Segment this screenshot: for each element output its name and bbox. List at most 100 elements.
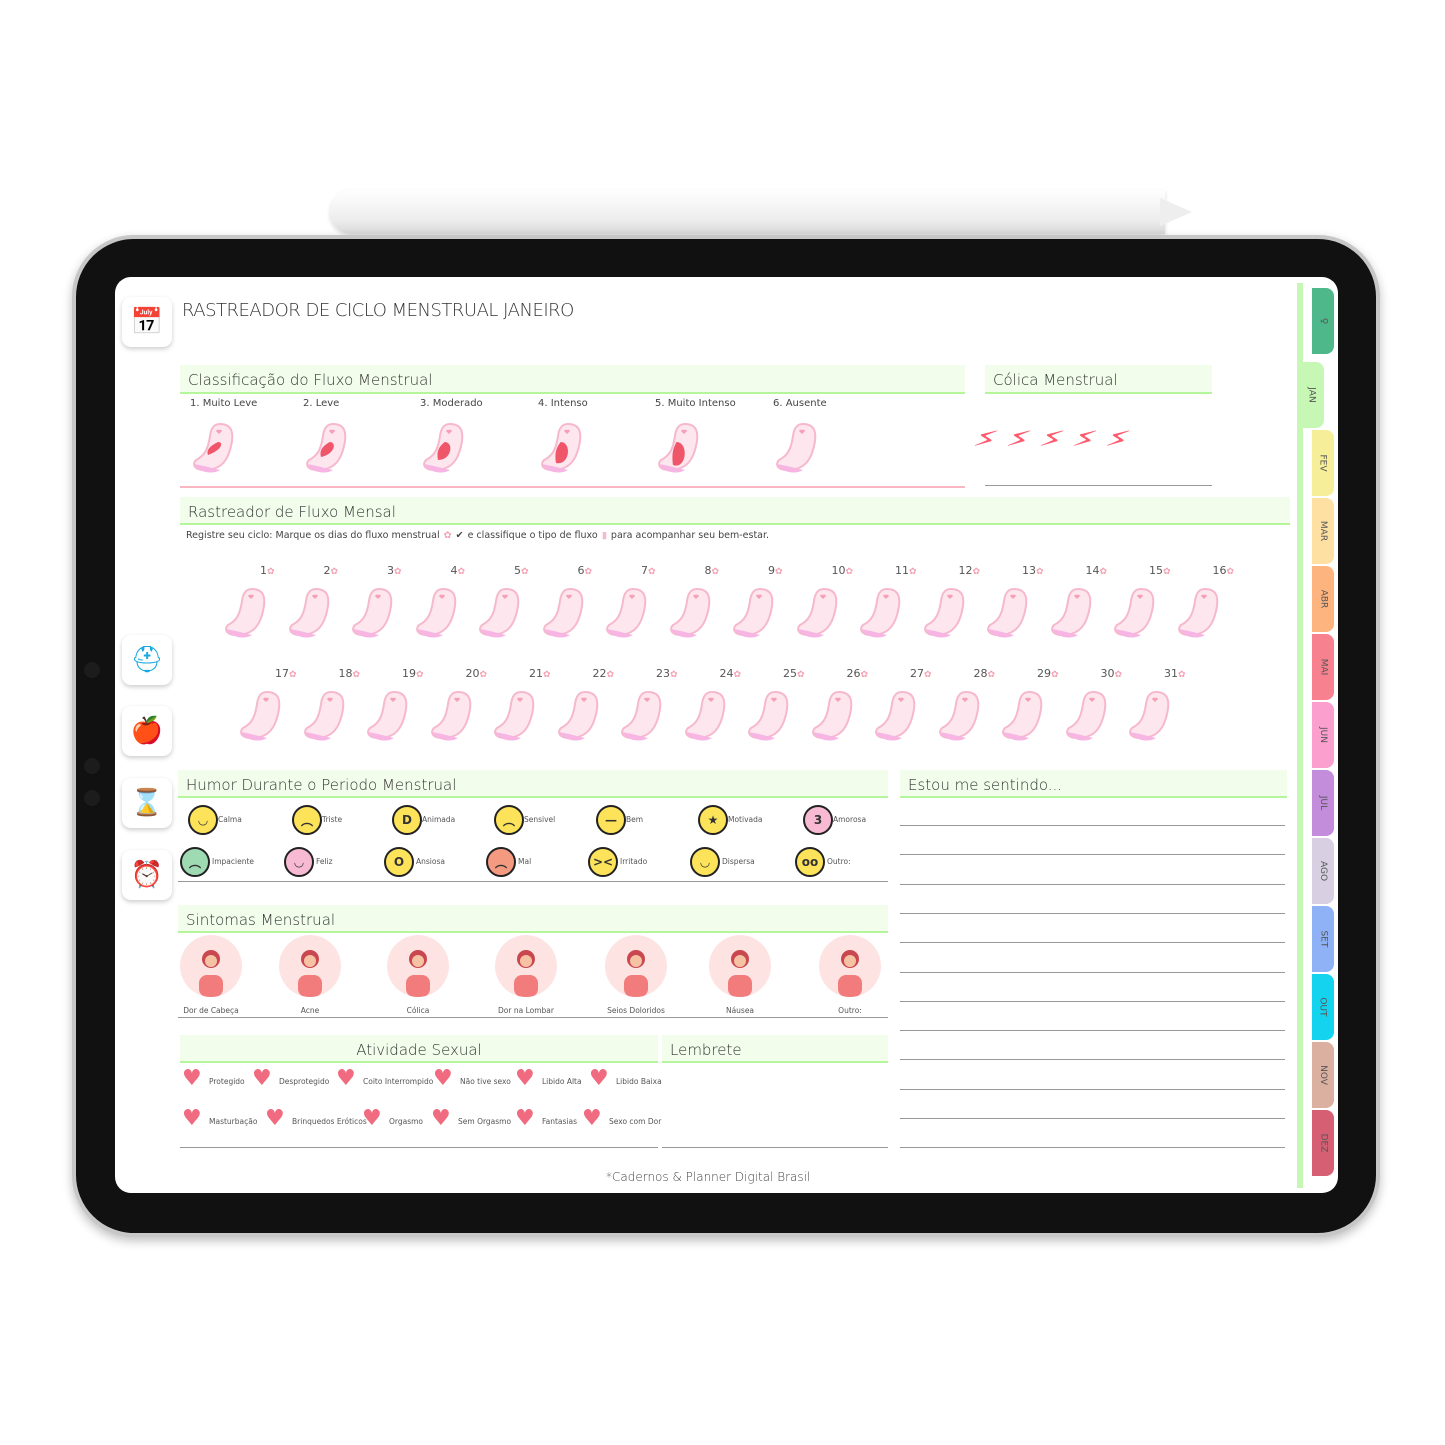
emoji-icon[interactable]: ◡ [188,805,218,835]
day-pad[interactable] [1063,688,1115,748]
flower-icon[interactable]: ✿ [480,670,488,680]
day-pad[interactable] [286,585,338,645]
flower-icon[interactable]: ✿ [585,567,593,577]
day-pad[interactable] [999,688,1051,748]
lightning-icon[interactable]: ⚡ [1069,419,1101,459]
calendar-planner-icon[interactable]: 📅 [122,297,172,347]
emoji-icon[interactable]: ︵ [486,847,516,877]
flower-icon[interactable]: ✿ [458,567,466,577]
writing-line[interactable] [900,1059,1285,1061]
flower-icon[interactable]: ✿ [734,670,742,680]
heart-checkbox[interactable]: ♥ [336,1068,356,1090]
day-pad[interactable] [730,585,782,645]
flow-level-pad[interactable] [303,420,355,480]
tab-mar[interactable]: MAR [1312,498,1334,564]
heart-checkbox[interactable]: ♥ [252,1068,272,1090]
writing-line[interactable] [900,1030,1285,1032]
day-pad[interactable] [301,688,353,748]
symptom-illustration[interactable] [180,935,242,997]
flower-icon[interactable]: ✿ [648,567,656,577]
day-pad[interactable] [413,585,465,645]
flower-icon[interactable]: ✿ [289,670,297,680]
flower-icon[interactable]: ✿ [797,670,805,680]
day-pad[interactable] [872,688,924,748]
day-pad[interactable] [1048,585,1100,645]
day-pad[interactable] [984,585,1036,645]
flow-level-pad[interactable] [538,420,590,480]
flower-icon[interactable]: ✿ [712,567,720,577]
tab-nov[interactable]: NOV [1312,1042,1334,1108]
emoji-icon[interactable]: 3 [803,805,833,835]
flow-level-pad[interactable] [773,420,825,480]
flow-level-pad[interactable] [655,420,707,480]
day-pad[interactable] [428,688,480,748]
tab-dez[interactable]: DEZ [1312,1110,1334,1176]
day-pad[interactable] [222,585,274,645]
flower-icon[interactable]: ✿ [416,670,424,680]
day-pad[interactable] [364,688,416,748]
day-pad[interactable] [1126,688,1178,748]
first-aid-kit-icon[interactable]: ⛑ [122,635,172,685]
flower-icon[interactable]: ✿ [670,670,678,680]
flower-icon[interactable]: ✿ [775,567,783,577]
symptom-illustration[interactable] [605,935,667,997]
flow-level-pad[interactable] [420,420,472,480]
heart-checkbox[interactable]: ♥ [431,1108,451,1130]
flower-icon[interactable]: ✿ [909,567,917,577]
tab-jul[interactable]: JUL [1312,770,1334,836]
heart-checkbox[interactable]: ♥ [582,1108,602,1130]
reminder-line[interactable] [662,1147,888,1148]
day-pad[interactable] [603,585,655,645]
flower-icon[interactable]: ✿ [1115,670,1123,680]
heart-checkbox[interactable]: ♥ [362,1108,382,1130]
tab-jan[interactable]: JAN [1300,362,1324,428]
flower-icon[interactable]: ✿ [543,670,551,680]
flower-icon[interactable]: ✿ [267,567,275,577]
tab-out[interactable]: OUT [1312,974,1334,1040]
writing-line[interactable] [900,1000,1285,1002]
day-pad[interactable] [349,585,401,645]
flower-icon[interactable]: ✿ [861,670,869,680]
emoji-icon[interactable]: ︵ [292,805,322,835]
day-pad[interactable] [745,688,797,748]
symptom-illustration[interactable] [819,935,881,997]
writing-line[interactable] [900,1147,1285,1149]
tab-abr[interactable]: ABR [1312,566,1334,632]
tab-set[interactable]: SET [1312,906,1334,972]
emoji-icon[interactable]: ★ [698,805,728,835]
flower-icon[interactable]: ✿ [1051,670,1059,680]
flower-icon[interactable]: ✿ [521,567,529,577]
writing-line[interactable] [900,942,1285,944]
lightning-icon[interactable]: ⚡ [970,419,1002,459]
heart-checkbox[interactable]: ♥ [182,1108,202,1130]
flower-icon[interactable]: ✿ [1227,567,1235,577]
heart-checkbox[interactable]: ♥ [515,1108,535,1130]
writing-line[interactable] [900,1118,1285,1119]
calendar-hourglass-icon[interactable]: ⌛ [122,778,172,828]
flower-icon[interactable]: ✿ [924,670,932,680]
emoji-icon[interactable]: ︵ [180,847,210,877]
emoji-icon[interactable]: oo [795,847,825,877]
writing-line[interactable] [900,912,1285,914]
flower-icon[interactable]: ✿ [846,567,854,577]
emoji-icon[interactable]: >< [588,847,618,877]
day-pad[interactable] [555,688,607,748]
heart-checkbox[interactable]: ♥ [433,1068,453,1090]
day-pad[interactable] [682,688,734,748]
symptom-illustration[interactable] [279,935,341,997]
flower-icon[interactable]: ✿ [1036,567,1044,577]
lightning-icon[interactable]: ⚡ [1036,419,1068,459]
tab-home[interactable]: ♀ [1312,288,1334,354]
heart-checkbox[interactable]: ♥ [265,1108,285,1130]
emoji-icon[interactable]: D [392,805,422,835]
flower-icon[interactable]: ✿ [1163,567,1171,577]
emoji-icon[interactable]: ◡ [690,847,720,877]
tab-jun[interactable]: JUN [1312,702,1334,768]
day-pad[interactable] [936,688,988,748]
day-pad[interactable] [237,688,289,748]
emoji-icon[interactable]: ◡ [284,847,314,877]
flower-icon[interactable]: ✿ [1178,670,1186,680]
heart-checkbox[interactable]: ♥ [515,1068,535,1090]
day-pad[interactable] [476,585,528,645]
day-pad[interactable] [1111,585,1163,645]
